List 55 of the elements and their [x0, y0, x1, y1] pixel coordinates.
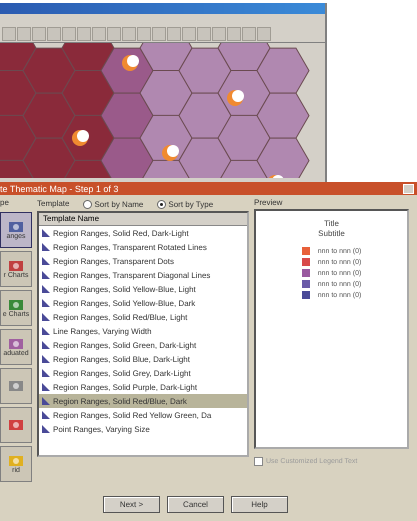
- tool-icon[interactable]: [47, 27, 61, 41]
- column-header: Template Name: [39, 213, 247, 226]
- tool-icon[interactable]: [2, 27, 16, 41]
- template-item[interactable]: Region Ranges, Solid Red Yellow Green, Da: [39, 408, 247, 422]
- tool-icon[interactable]: [257, 27, 271, 41]
- tool-icon[interactable]: [77, 27, 91, 41]
- template-item[interactable]: Region Ranges, Transparent Dots: [39, 254, 247, 268]
- template-item[interactable]: Region Ranges, Solid Red, Dark-Light: [39, 226, 247, 240]
- tool-icon[interactable]: [122, 27, 136, 41]
- template-item[interactable]: Region Ranges, Solid Purple, Dark-Light: [39, 380, 247, 394]
- tool-icon[interactable]: [197, 27, 211, 41]
- dialog-title: te Thematic Map - Step 1 of 3: [0, 184, 118, 194]
- type-label: pe: [0, 198, 10, 209]
- map-type-icon: [8, 338, 24, 350]
- template-item[interactable]: Region Ranges, Solid Red/Blue, Dark: [39, 394, 247, 408]
- template-item[interactable]: Region Ranges, Transparent Rotated Lines: [39, 240, 247, 254]
- legend-subtitle: Subtitle: [318, 229, 345, 238]
- map-type-icon: [8, 454, 24, 466]
- sort-radio[interactable]: Sort by Name: [83, 200, 144, 209]
- tool-icon[interactable]: [167, 27, 181, 41]
- preview-label: Preview: [254, 198, 284, 209]
- map-type-icon: [8, 298, 24, 310]
- tool-icon[interactable]: [212, 27, 226, 41]
- sort-radio[interactable]: Sort by Type: [157, 200, 214, 209]
- map-type-icon: [8, 260, 24, 272]
- legend-title: Title: [324, 219, 339, 228]
- map-type-button[interactable]: [0, 407, 32, 443]
- tool-icon[interactable]: [17, 27, 31, 41]
- tool-icon[interactable]: [242, 27, 256, 41]
- template-item[interactable]: Region Ranges, Solid Yellow-Blue, Dark: [39, 296, 247, 310]
- tool-icon[interactable]: [227, 27, 241, 41]
- tool-icon[interactable]: [182, 27, 196, 41]
- dialog-button[interactable]: Next >: [103, 496, 160, 513]
- template-label: Template: [37, 199, 70, 210]
- map-type-icon: [8, 419, 24, 431]
- close-icon[interactable]: [403, 184, 414, 194]
- tool-icon[interactable]: [107, 27, 121, 41]
- template-item[interactable]: Line Ranges, Varying Width: [39, 324, 247, 338]
- map-type-button[interactable]: [0, 368, 32, 404]
- tool-icon[interactable]: [152, 27, 166, 41]
- map-type-icon: [8, 380, 24, 392]
- tool-icon[interactable]: [32, 27, 46, 41]
- tool-icon[interactable]: [92, 27, 106, 41]
- tool-icon[interactable]: [137, 27, 151, 41]
- template-item[interactable]: Region Ranges, Solid Red/Blue, Light: [39, 310, 247, 324]
- dialog-button[interactable]: Cancel: [167, 496, 224, 513]
- template-item[interactable]: Region Ranges, Solid Blue, Dark-Light: [39, 352, 247, 366]
- template-item[interactable]: Region Ranges, Solid Grey, Dark-Light: [39, 366, 247, 380]
- template-item[interactable]: Region Ranges, Solid Green, Dark-Light: [39, 338, 247, 352]
- tool-icon[interactable]: [62, 27, 76, 41]
- template-item[interactable]: Region Ranges, Transparent Diagonal Lines: [39, 268, 247, 282]
- template-item[interactable]: Region Ranges, Solid Yellow-Blue, Light: [39, 282, 247, 296]
- map-type-icon: [8, 220, 24, 232]
- template-item[interactable]: Point Ranges, Varying Size: [39, 422, 247, 436]
- dialog-button[interactable]: Help: [231, 496, 288, 513]
